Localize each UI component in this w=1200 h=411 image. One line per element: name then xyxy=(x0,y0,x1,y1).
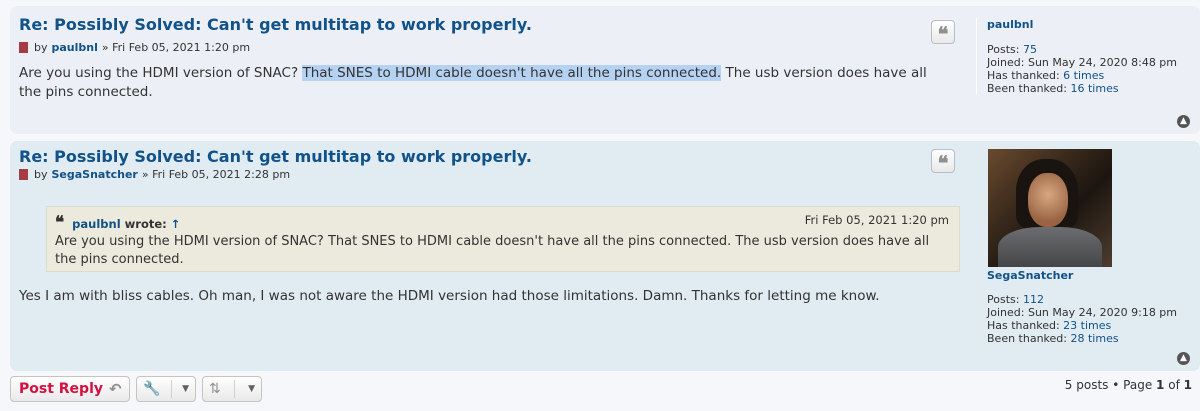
joined-label: Joined: xyxy=(987,56,1025,69)
author-link[interactable]: SegaSnatcher xyxy=(52,168,138,181)
been-thanked-count[interactable]: 16 times xyxy=(1070,82,1118,95)
wrench-icon: 🔧 xyxy=(143,381,161,397)
has-thanked-label: Has thanked: xyxy=(987,69,1060,82)
quote-wrote: wrote: xyxy=(124,217,167,231)
profile-joined: Joined: Sun May 24, 2020 9:18 pm xyxy=(987,306,1177,319)
quote-button[interactable]: ❝ xyxy=(931,20,955,46)
bullet: • xyxy=(1112,378,1120,392)
of-label: of xyxy=(1168,378,1180,392)
by-label: by xyxy=(34,41,48,54)
total-pages: 1 xyxy=(1183,378,1192,392)
sort-icon: ⇅ xyxy=(209,381,221,397)
profile-username[interactable]: paulbnl xyxy=(987,18,1196,31)
profile-posts: Posts: 112 xyxy=(987,293,1177,306)
divider xyxy=(170,380,172,398)
profile-joined: Joined: Sun May 24, 2020 8:48 pm xyxy=(987,56,1196,69)
joined-label: Joined: xyxy=(987,306,1025,319)
post-author-line: by paulbnl » Fri Feb 05, 2021 1:20 pm xyxy=(19,41,250,54)
back-to-top-icon[interactable]: ▲ xyxy=(1177,115,1190,128)
by-label: by xyxy=(34,168,48,181)
reply-arrow-icon: ↶ xyxy=(109,380,122,398)
profile-posts: Posts: 75 xyxy=(987,43,1196,56)
has-thanked-count[interactable]: 23 times xyxy=(1063,319,1111,332)
posts-count[interactable]: 112 xyxy=(1023,293,1044,306)
post-content: Yes I am with bliss cables. Oh man, I wa… xyxy=(19,288,880,304)
content-text: Are you using the HDMI version of SNAC? xyxy=(19,65,303,81)
been-thanked-count[interactable]: 28 times xyxy=(1070,332,1118,345)
post-date: » Fri Feb 05, 2021 2:28 pm xyxy=(141,168,291,181)
quote-button[interactable]: ❝ xyxy=(931,149,955,175)
chevron-down-icon: ▼ xyxy=(182,384,189,394)
post-reply-label: Post Reply xyxy=(19,381,103,397)
quote-block: ❝ paulbnl wrote: ↑ Fri Feb 05, 2021 1:20… xyxy=(46,206,960,272)
topic-tools-dropdown[interactable]: 🔧 ▼ xyxy=(136,376,196,402)
quote-mark-icon: ❝ xyxy=(55,213,65,233)
profile-has-thanked: Has thanked: 23 times xyxy=(987,319,1177,332)
profile-stats: Posts: 112 Joined: Sun May 24, 2020 9:18… xyxy=(987,293,1177,345)
author-link[interactable]: paulbnl xyxy=(52,41,98,54)
action-bar: Post Reply ↶ 🔧 ▼ ⇅ ▼ xyxy=(10,376,262,402)
quote-date: Fri Feb 05, 2021 1:20 pm xyxy=(804,213,949,227)
post-reply-button[interactable]: Post Reply ↶ xyxy=(10,376,130,402)
has-thanked-label: Has thanked: xyxy=(987,319,1060,332)
post-icon[interactable] xyxy=(19,169,28,180)
avatar[interactable] xyxy=(988,149,1112,267)
post-content: Are you using the HDMI version of SNAC? … xyxy=(19,64,939,102)
quote-header: ❝ paulbnl wrote: ↑ xyxy=(55,213,180,233)
posts-label: Posts: xyxy=(987,293,1020,306)
profile-been-thanked: Been thanked: 28 times xyxy=(987,332,1177,345)
quote-icon: ❝ xyxy=(937,151,949,175)
pagination: 5 posts • Page 1 of 1 xyxy=(1065,378,1192,392)
current-page: 1 xyxy=(1156,378,1165,392)
posts-count[interactable]: 75 xyxy=(1023,43,1037,56)
profile-stats: Posts: 75 Joined: Sun May 24, 2020 8:48 … xyxy=(987,43,1196,95)
been-thanked-label: Been thanked: xyxy=(987,82,1067,95)
profile-username[interactable]: SegaSnatcher xyxy=(987,269,1073,282)
highlighted-text: That SNES to HDMI cable doesn't have all… xyxy=(302,65,722,81)
post-title[interactable]: Re: Possibly Solved: Can't get multitap … xyxy=(19,147,532,166)
back-to-top-icon[interactable]: ▲ xyxy=(1177,352,1190,365)
post-2: Re: Possibly Solved: Can't get multitap … xyxy=(10,141,1200,371)
avatar-armor xyxy=(998,227,1102,267)
divider xyxy=(233,380,235,398)
been-thanked-label: Been thanked: xyxy=(987,332,1067,345)
chevron-down-icon: ▼ xyxy=(248,384,255,394)
quote-jump-arrow-icon[interactable]: ↑ xyxy=(171,217,181,231)
joined-date: Sun May 24, 2020 8:48 pm xyxy=(1027,56,1178,69)
quote-icon: ❝ xyxy=(937,22,949,46)
profile-been-thanked: Been thanked: 16 times xyxy=(987,82,1196,95)
post-profile: paulbnl Posts: 75 Joined: Sun May 24, 20… xyxy=(976,18,1196,95)
has-thanked-count[interactable]: 6 times xyxy=(1063,69,1104,82)
posts-label: Posts: xyxy=(987,43,1020,56)
posts-count-total: 5 posts xyxy=(1064,378,1109,392)
post-title[interactable]: Re: Possibly Solved: Can't get multitap … xyxy=(19,15,532,34)
profile-has-thanked: Has thanked: 6 times xyxy=(987,69,1196,82)
post-1: Re: Possibly Solved: Can't get multitap … xyxy=(10,6,1200,134)
post-date: » Fri Feb 05, 2021 1:20 pm xyxy=(101,41,251,54)
avatar-face xyxy=(1028,173,1068,227)
post-icon[interactable] xyxy=(19,42,28,53)
post-author-line: by SegaSnatcher » Fri Feb 05, 2021 2:28 … xyxy=(19,168,290,181)
page-label: Page xyxy=(1123,378,1153,392)
sort-dropdown[interactable]: ⇅ ▼ xyxy=(202,376,262,402)
quote-author-link[interactable]: paulbnl xyxy=(72,217,120,231)
quote-text: Are you using the HDMI version of SNAC? … xyxy=(55,234,930,267)
joined-date: Sun May 24, 2020 9:18 pm xyxy=(1027,306,1178,319)
